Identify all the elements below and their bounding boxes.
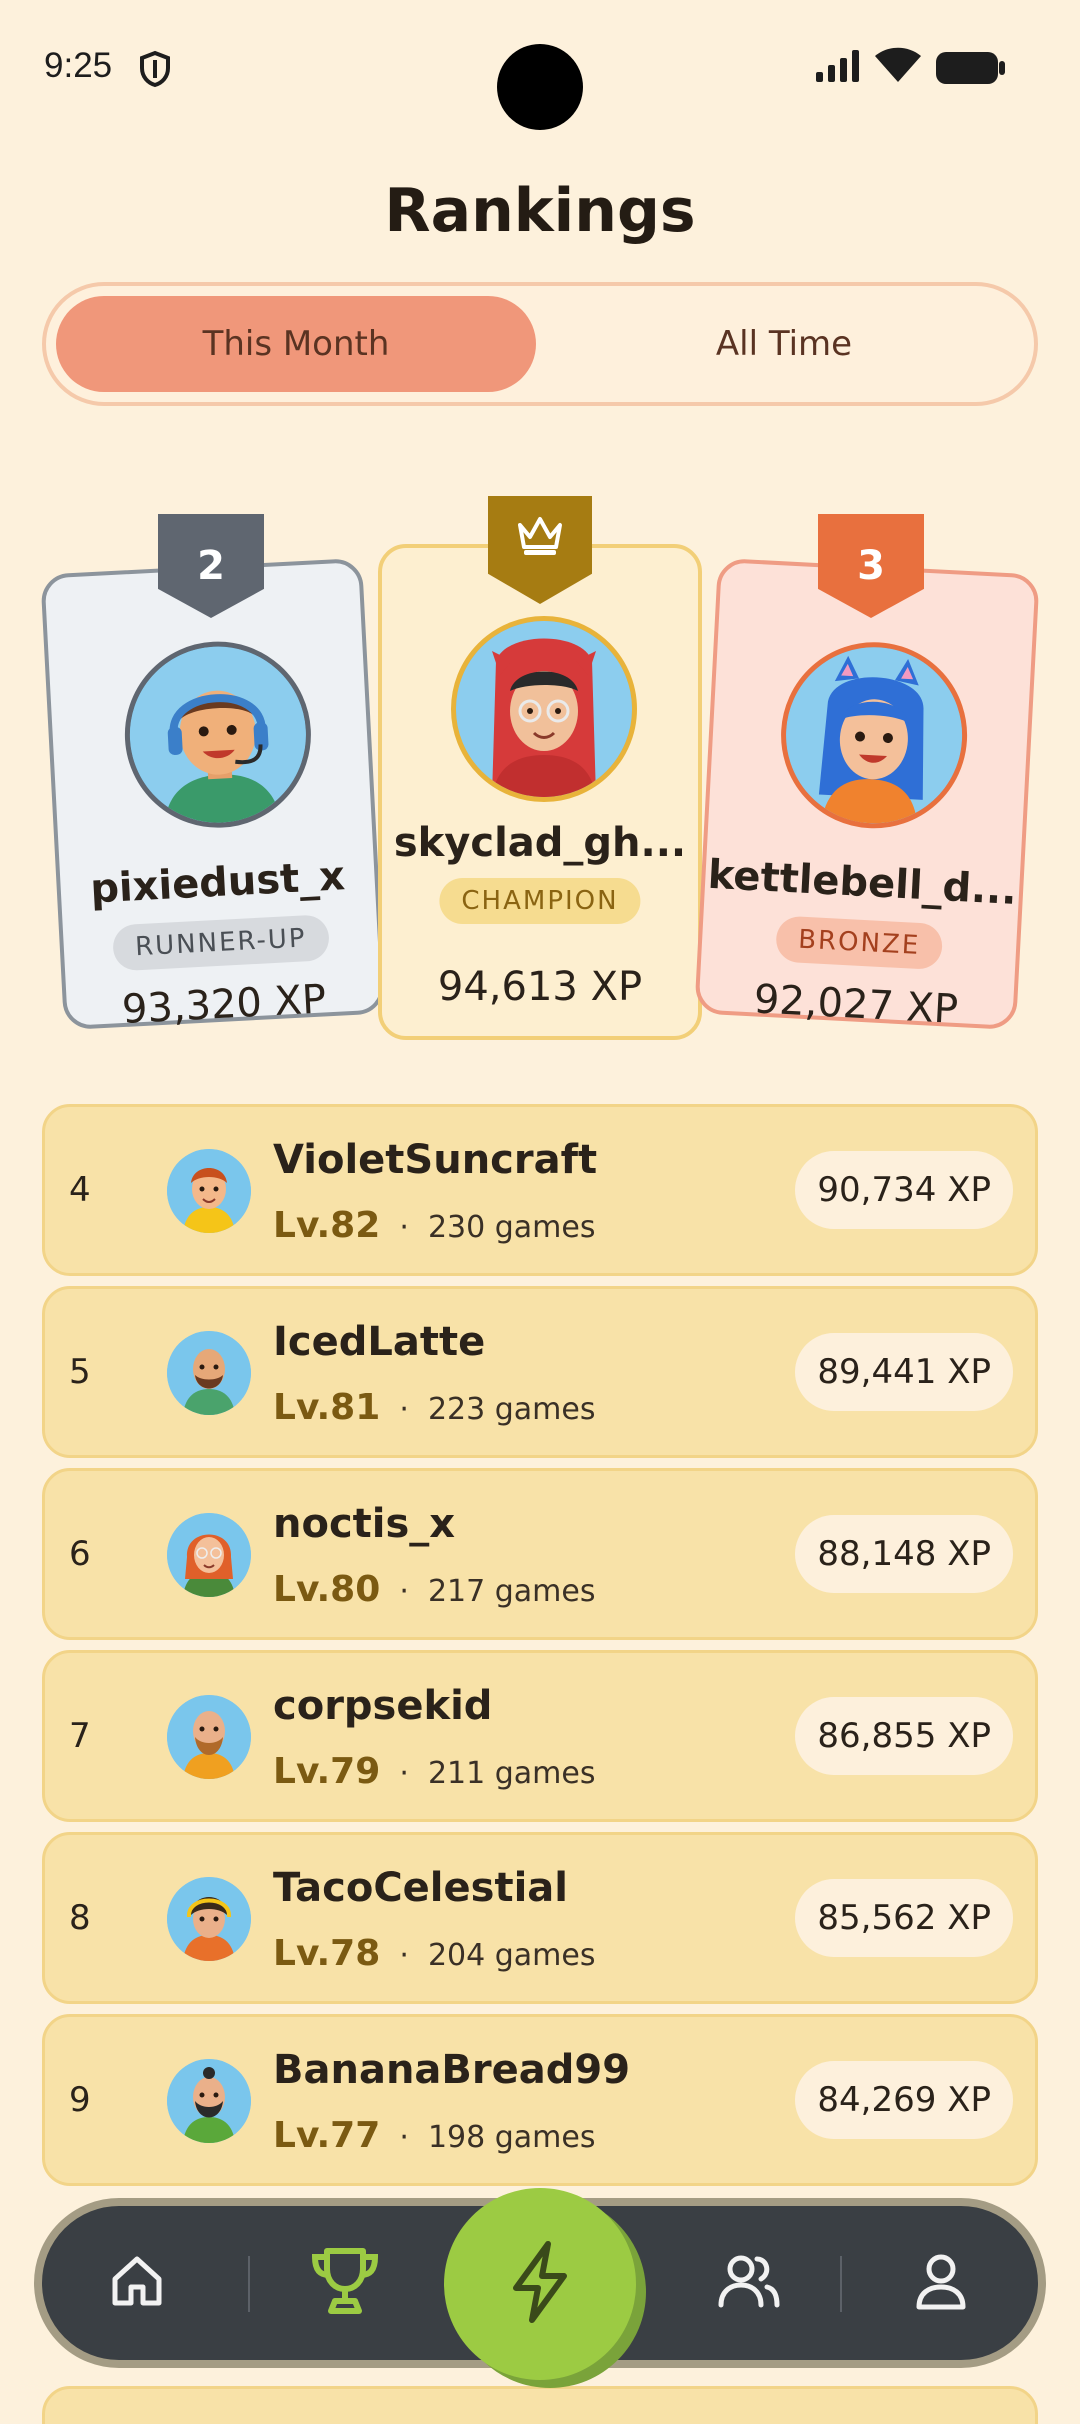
avatar bbox=[167, 1695, 251, 1779]
tab-this-month[interactable]: This Month bbox=[56, 296, 536, 392]
row-separator: · bbox=[399, 2120, 409, 2155]
row-meta: Lv.78 · 204 games bbox=[273, 1933, 596, 1974]
row-rank: 9 bbox=[69, 2080, 91, 2120]
lightning-icon bbox=[492, 2234, 588, 2334]
row-username: noctis_x bbox=[273, 1501, 456, 1547]
wifi-icon bbox=[873, 46, 923, 88]
podium-title-badge: CHAMPION bbox=[439, 878, 641, 924]
nav-rankings[interactable] bbox=[290, 2206, 400, 2360]
row-username: BananaBread99 bbox=[273, 2047, 631, 2093]
row-level: Lv.79 bbox=[273, 1751, 381, 1792]
leaderboard-row[interactable]: 6 noctis_x Lv.80 · 217 games 88,148 XP bbox=[42, 1468, 1038, 1640]
row-level: Lv.81 bbox=[273, 1387, 381, 1428]
row-rank: 5 bbox=[69, 1352, 91, 1392]
podium-username: kettlebell_d... bbox=[706, 851, 1018, 914]
row-xp-pill: 84,269 XP bbox=[795, 2061, 1013, 2139]
row-separator: · bbox=[399, 1392, 409, 1427]
leaderboard-row[interactable]: 8 TacoCelestial Lv.78 · 204 games 85,562… bbox=[42, 1832, 1038, 2004]
camera-cutout bbox=[497, 44, 583, 130]
row-level: Lv.82 bbox=[273, 1205, 381, 1246]
row-level: Lv.77 bbox=[273, 2115, 381, 2156]
row-rank: 6 bbox=[69, 1534, 91, 1574]
row-xp-pill: 90,734 XP bbox=[795, 1151, 1013, 1229]
row-xp-pill: 89,441 XP bbox=[795, 1333, 1013, 1411]
avatar bbox=[120, 636, 316, 833]
profile-icon bbox=[913, 2251, 969, 2315]
battery-icon bbox=[935, 50, 1007, 90]
avatar bbox=[167, 1513, 251, 1597]
podium-card-first[interactable]: skyclad_gh... CHAMPION 94,613 XP bbox=[378, 544, 702, 1040]
row-username: corpsekid bbox=[273, 1683, 493, 1729]
status-time: 9:25 bbox=[44, 46, 113, 85]
podium-card-third[interactable]: kettlebell_d... BRONZE 92,027 XP bbox=[694, 557, 1040, 1033]
row-level: Lv.78 bbox=[273, 1933, 381, 1974]
friends-icon bbox=[717, 2251, 781, 2315]
podium-card-second[interactable]: pixiedust_x RUNNER-UP 93,320 XP bbox=[40, 557, 386, 1033]
row-meta: Lv.79 · 211 games bbox=[273, 1751, 596, 1792]
row-meta: Lv.81 · 223 games bbox=[273, 1387, 596, 1428]
nav-profile[interactable] bbox=[886, 2206, 996, 2360]
tab-all-time[interactable]: All Time bbox=[544, 296, 1024, 392]
crown-icon bbox=[515, 513, 565, 567]
row-rank: 7 bbox=[69, 1716, 91, 1756]
podium-username: pixiedust_x bbox=[89, 853, 347, 913]
podium-username: skyclad_gh... bbox=[393, 820, 687, 866]
avatar bbox=[167, 1331, 251, 1415]
row-meta: Lv.77 · 198 games bbox=[273, 2115, 596, 2156]
row-separator: · bbox=[399, 1574, 409, 1609]
row-games: 198 games bbox=[427, 2120, 596, 2155]
avatar bbox=[167, 2059, 251, 2143]
row-xp-pill: 85,562 XP bbox=[795, 1879, 1013, 1957]
page-title: Rankings bbox=[384, 176, 696, 246]
shield-icon bbox=[138, 50, 172, 92]
trophy-icon bbox=[307, 2245, 383, 2321]
podium-xp: 93,320 XP bbox=[120, 976, 328, 1034]
avatar bbox=[451, 616, 637, 802]
leaderboard-row[interactable]: 7 corpsekid Lv.79 · 211 games 86,855 XP bbox=[42, 1650, 1038, 1822]
row-xp-pill: 86,855 XP bbox=[795, 1697, 1013, 1775]
row-rank: 8 bbox=[69, 1898, 91, 1938]
row-username: IcedLatte bbox=[273, 1319, 486, 1365]
leaderboard-row[interactable]: 9 BananaBread99 Lv.77 · 198 games 84,269… bbox=[42, 2014, 1038, 2186]
row-separator: · bbox=[399, 1210, 409, 1245]
row-username: TacoCelestial bbox=[273, 1865, 568, 1911]
row-xp-pill: 88,148 XP bbox=[795, 1515, 1013, 1593]
row-username: VioletSuncraft bbox=[273, 1137, 598, 1183]
row-separator: · bbox=[399, 1938, 409, 1973]
podium-title-badge: BRONZE bbox=[775, 915, 944, 971]
home-icon bbox=[107, 2251, 167, 2315]
row-separator: · bbox=[399, 1756, 409, 1791]
row-level: Lv.80 bbox=[273, 1569, 381, 1610]
row-games: 223 games bbox=[427, 1392, 596, 1427]
row-rank: 4 bbox=[69, 1170, 91, 1210]
play-fab-button[interactable] bbox=[444, 2188, 636, 2380]
nav-divider bbox=[248, 2256, 250, 2312]
avatar bbox=[167, 1149, 251, 1233]
row-games: 217 games bbox=[427, 1574, 596, 1609]
leaderboard-row-partial bbox=[42, 2386, 1038, 2424]
podium-xp: 94,613 XP bbox=[437, 964, 643, 1010]
row-games: 204 games bbox=[427, 1938, 596, 1973]
nav-friends[interactable] bbox=[694, 2206, 804, 2360]
row-meta: Lv.82 · 230 games bbox=[273, 1205, 596, 1246]
row-games: 211 games bbox=[427, 1756, 596, 1791]
podium-title-badge: RUNNER-UP bbox=[111, 914, 330, 972]
period-tab-switcher: This Month All Time bbox=[42, 282, 1038, 406]
cellular-signal-icon bbox=[814, 48, 862, 88]
leaderboard-row[interactable]: 4 VioletSuncraft Lv.82 · 230 games 90,73… bbox=[42, 1104, 1038, 1276]
avatar bbox=[167, 1877, 251, 1961]
status-bar: 9:25 bbox=[0, 0, 1080, 140]
avatar bbox=[776, 637, 972, 834]
row-meta: Lv.80 · 217 games bbox=[273, 1569, 596, 1610]
leaderboard-row[interactable]: 5 IcedLatte Lv.81 · 223 games 89,441 XP bbox=[42, 1286, 1038, 1458]
row-games: 230 games bbox=[427, 1210, 596, 1245]
nav-divider bbox=[840, 2256, 842, 2312]
podium-xp: 92,027 XP bbox=[752, 976, 960, 1034]
nav-home[interactable] bbox=[82, 2206, 192, 2360]
